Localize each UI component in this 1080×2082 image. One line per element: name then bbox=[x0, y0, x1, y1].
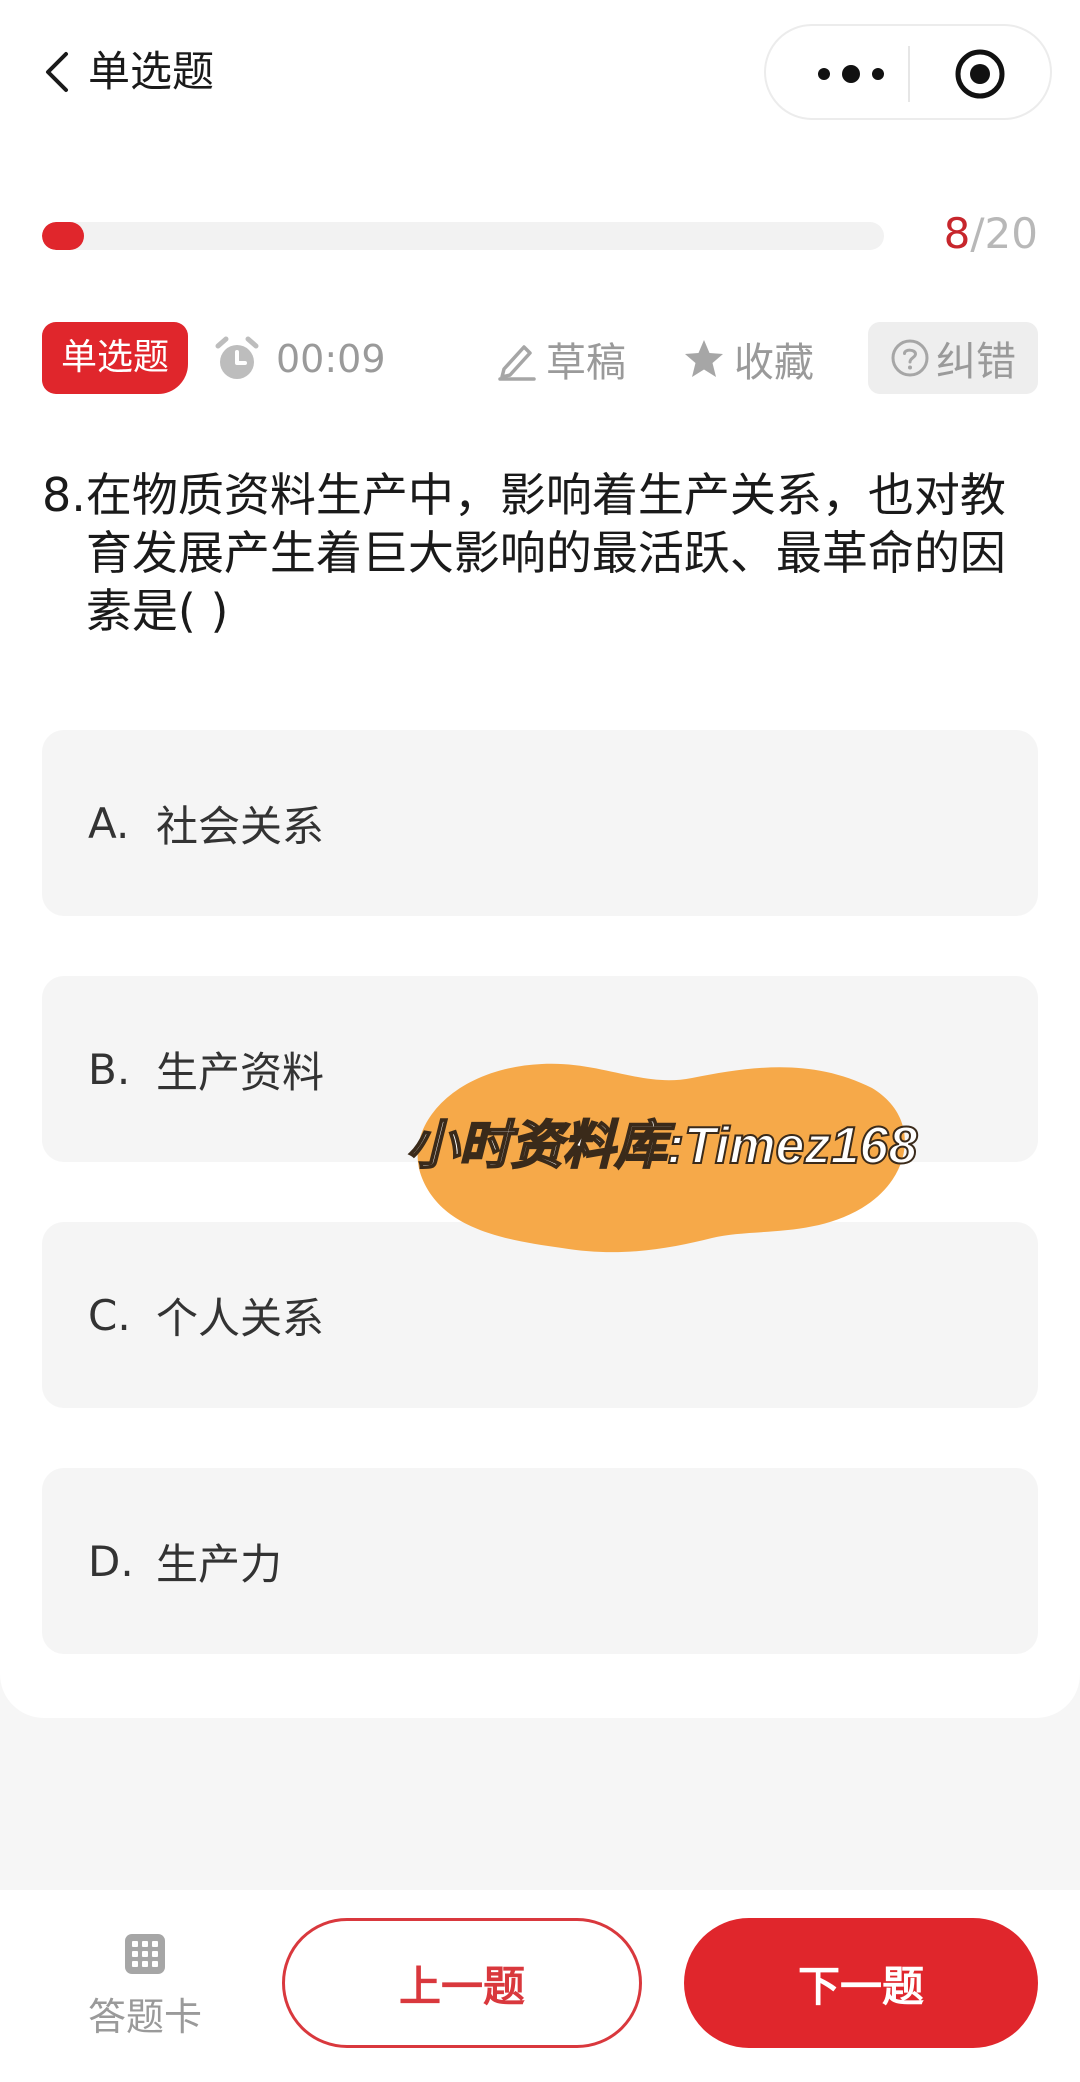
option-text: 个人关系 bbox=[156, 1293, 325, 1343]
option-d[interactable]: D. 生产力 bbox=[42, 1468, 1038, 1654]
draft-label: 草稿 bbox=[546, 340, 626, 386]
favorite-button[interactable]: 收藏 bbox=[682, 332, 814, 386]
bottom-bar: 答题卡 上一题 下一题 bbox=[0, 1890, 1080, 2082]
watermark-text: 小时资料库:Timez168 bbox=[407, 1117, 918, 1175]
answer-sheet-label: 答题卡 bbox=[87, 1995, 202, 2039]
favorite-label: 收藏 bbox=[734, 340, 814, 386]
report-label: 纠错 bbox=[936, 339, 1016, 385]
alarm-clock-icon bbox=[215, 336, 259, 379]
star-icon bbox=[685, 340, 723, 377]
page-title: 单选题 bbox=[88, 47, 215, 96]
question-text: 在物质资料生产中，影响着生产关系，也对教育发展产生着巨大影响的最活跃、最革命的因… bbox=[85, 468, 1006, 638]
progress-total: 20 bbox=[984, 209, 1038, 258]
watermark: 小时资料库:Timez168 bbox=[406, 1063, 918, 1253]
progress-bar bbox=[42, 222, 884, 250]
option-letter: C. bbox=[88, 1290, 131, 1340]
draft-button[interactable]: 草稿 bbox=[494, 332, 626, 386]
progress-separator: / bbox=[970, 209, 985, 258]
mini-program-capsule bbox=[764, 24, 1052, 120]
more-dots-icon[interactable] bbox=[806, 56, 896, 92]
progress-current: 8 bbox=[943, 209, 971, 258]
timer-value: 00:09 bbox=[276, 337, 386, 381]
progress-fill bbox=[42, 222, 85, 250]
answer-sheet-button[interactable]: 答题卡 bbox=[80, 1932, 210, 2041]
pencil-icon bbox=[498, 345, 536, 381]
question-number: 8. bbox=[42, 468, 86, 522]
target-circle-icon[interactable] bbox=[954, 48, 1006, 100]
option-a[interactable]: A. 社会关系 bbox=[42, 730, 1038, 916]
question-type-tag: 单选题 bbox=[42, 322, 188, 394]
question-card: 单选题 8/20 单选题 00:09 草稿 收藏 纠错 8. 在物质资料生产中，… bbox=[0, 0, 1080, 1718]
option-text: 生产力 bbox=[156, 1539, 283, 1589]
option-text: 社会关系 bbox=[156, 801, 325, 851]
option-letter: B. bbox=[88, 1044, 131, 1094]
report-error-button[interactable]: 纠错 bbox=[868, 322, 1038, 394]
next-question-button[interactable]: 下一题 bbox=[684, 1918, 1038, 2048]
grid-icon bbox=[125, 1934, 165, 1974]
question-stem: 8. 在物质资料生产中，影响着生产关系，也对教育发展产生着巨大影响的最活跃、最革… bbox=[42, 466, 1038, 640]
progress-count: 8/20 bbox=[944, 208, 1038, 260]
option-text: 生产资料 bbox=[156, 1047, 325, 1097]
question-circle-icon bbox=[891, 339, 929, 377]
capsule-divider bbox=[908, 46, 910, 102]
option-letter: A. bbox=[88, 798, 130, 848]
option-letter: D. bbox=[88, 1536, 134, 1586]
prev-question-button[interactable]: 上一题 bbox=[282, 1918, 642, 2048]
timer: 00:09 bbox=[212, 332, 386, 386]
chevron-left-icon[interactable] bbox=[40, 50, 76, 94]
